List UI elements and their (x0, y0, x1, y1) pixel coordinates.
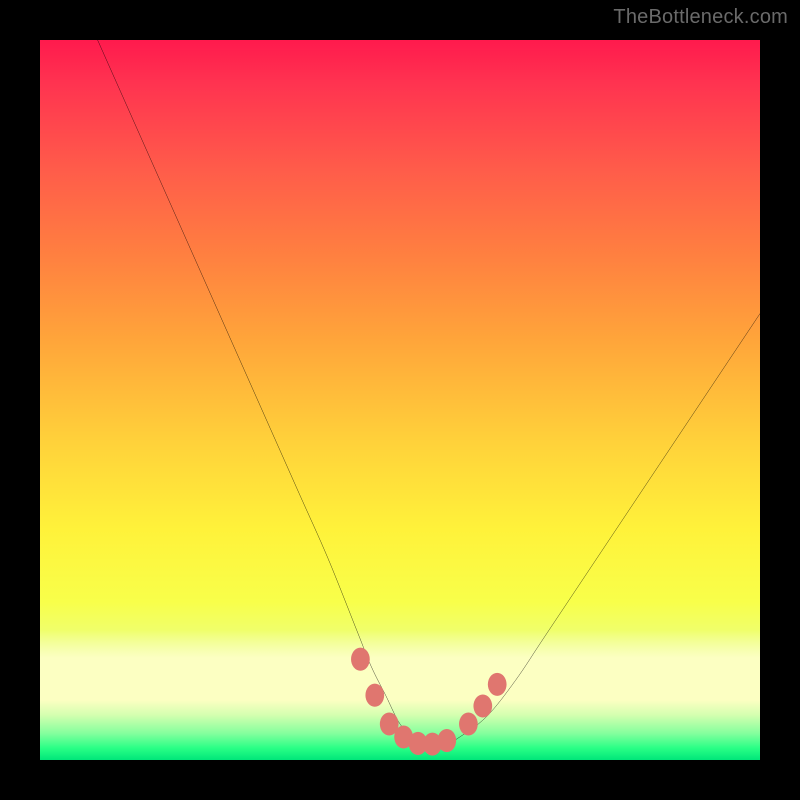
marker-dot (351, 648, 370, 671)
watermark-text: TheBottleneck.com (613, 6, 788, 29)
marker-dot (437, 729, 456, 752)
marker-dot (488, 673, 507, 696)
curve-path (98, 40, 760, 747)
curve-layer (40, 40, 760, 760)
plot-area (40, 40, 760, 760)
marker-dot (473, 694, 492, 717)
chart-frame: TheBottleneck.com (0, 0, 800, 800)
marker-group (351, 648, 507, 756)
marker-dot (459, 712, 478, 735)
marker-dot (365, 684, 384, 707)
